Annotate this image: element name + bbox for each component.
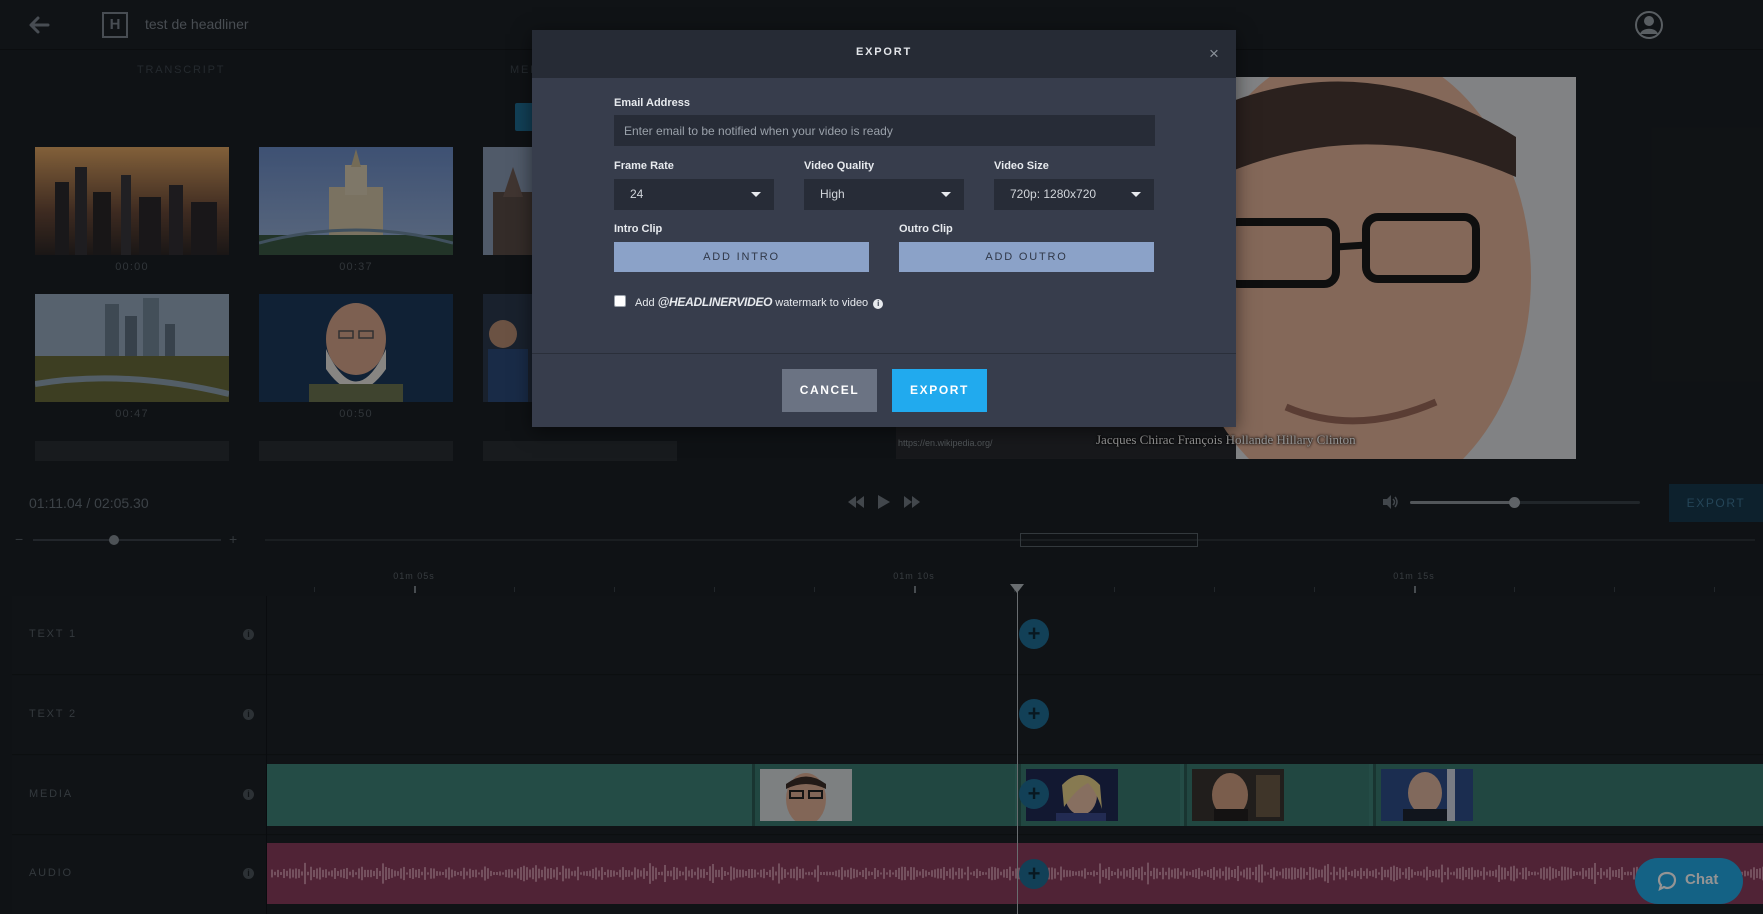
modal-footer — [532, 354, 1236, 427]
modal-header: EXPORT × — [532, 30, 1236, 78]
caret-down-icon — [1131, 192, 1141, 197]
add-outro-button[interactable]: ADD OUTRO — [899, 242, 1154, 272]
close-icon[interactable]: × — [1205, 45, 1223, 63]
editor-app: H test de headliner TRANSCRIPT MEDIA 00:… — [0, 0, 1763, 914]
caret-down-icon — [751, 192, 761, 197]
frame-rate-value: 24 — [630, 187, 644, 201]
watermark-checkbox[interactable] — [614, 295, 626, 307]
watermark-brand: @HEADLINERVIDEO — [657, 295, 773, 309]
email-label: Email Address — [614, 97, 691, 109]
video-quality-label: Video Quality — [804, 160, 875, 172]
video-quality-select[interactable]: High — [804, 179, 964, 210]
export-modal: EXPORT × Email Address Frame Rate 24 Vid… — [532, 30, 1236, 427]
frame-rate-select[interactable]: 24 — [614, 179, 774, 210]
cancel-button[interactable]: CANCEL — [782, 369, 877, 412]
frame-rate-label: Frame Rate — [614, 160, 674, 172]
video-quality-value: High — [820, 187, 845, 201]
caret-down-icon — [941, 192, 951, 197]
video-size-select[interactable]: 720p: 1280x720 — [994, 179, 1154, 210]
video-size-value: 720p: 1280x720 — [1010, 187, 1097, 201]
info-icon[interactable]: i — [873, 299, 884, 309]
add-intro-button[interactable]: ADD INTRO — [614, 242, 869, 272]
watermark-label[interactable]: Add @HEADLINERVIDEO watermark to video i — [635, 295, 884, 309]
video-size-label: Video Size — [994, 160, 1049, 172]
export-button[interactable]: EXPORT — [892, 369, 987, 412]
intro-clip-label: Intro Clip — [614, 223, 663, 235]
modal-title: EXPORT — [855, 46, 913, 58]
outro-clip-label: Outro Clip — [899, 223, 953, 235]
watermark-suffix: watermark to video — [775, 297, 869, 309]
watermark-prefix: Add — [635, 297, 655, 309]
email-input[interactable] — [614, 115, 1155, 146]
